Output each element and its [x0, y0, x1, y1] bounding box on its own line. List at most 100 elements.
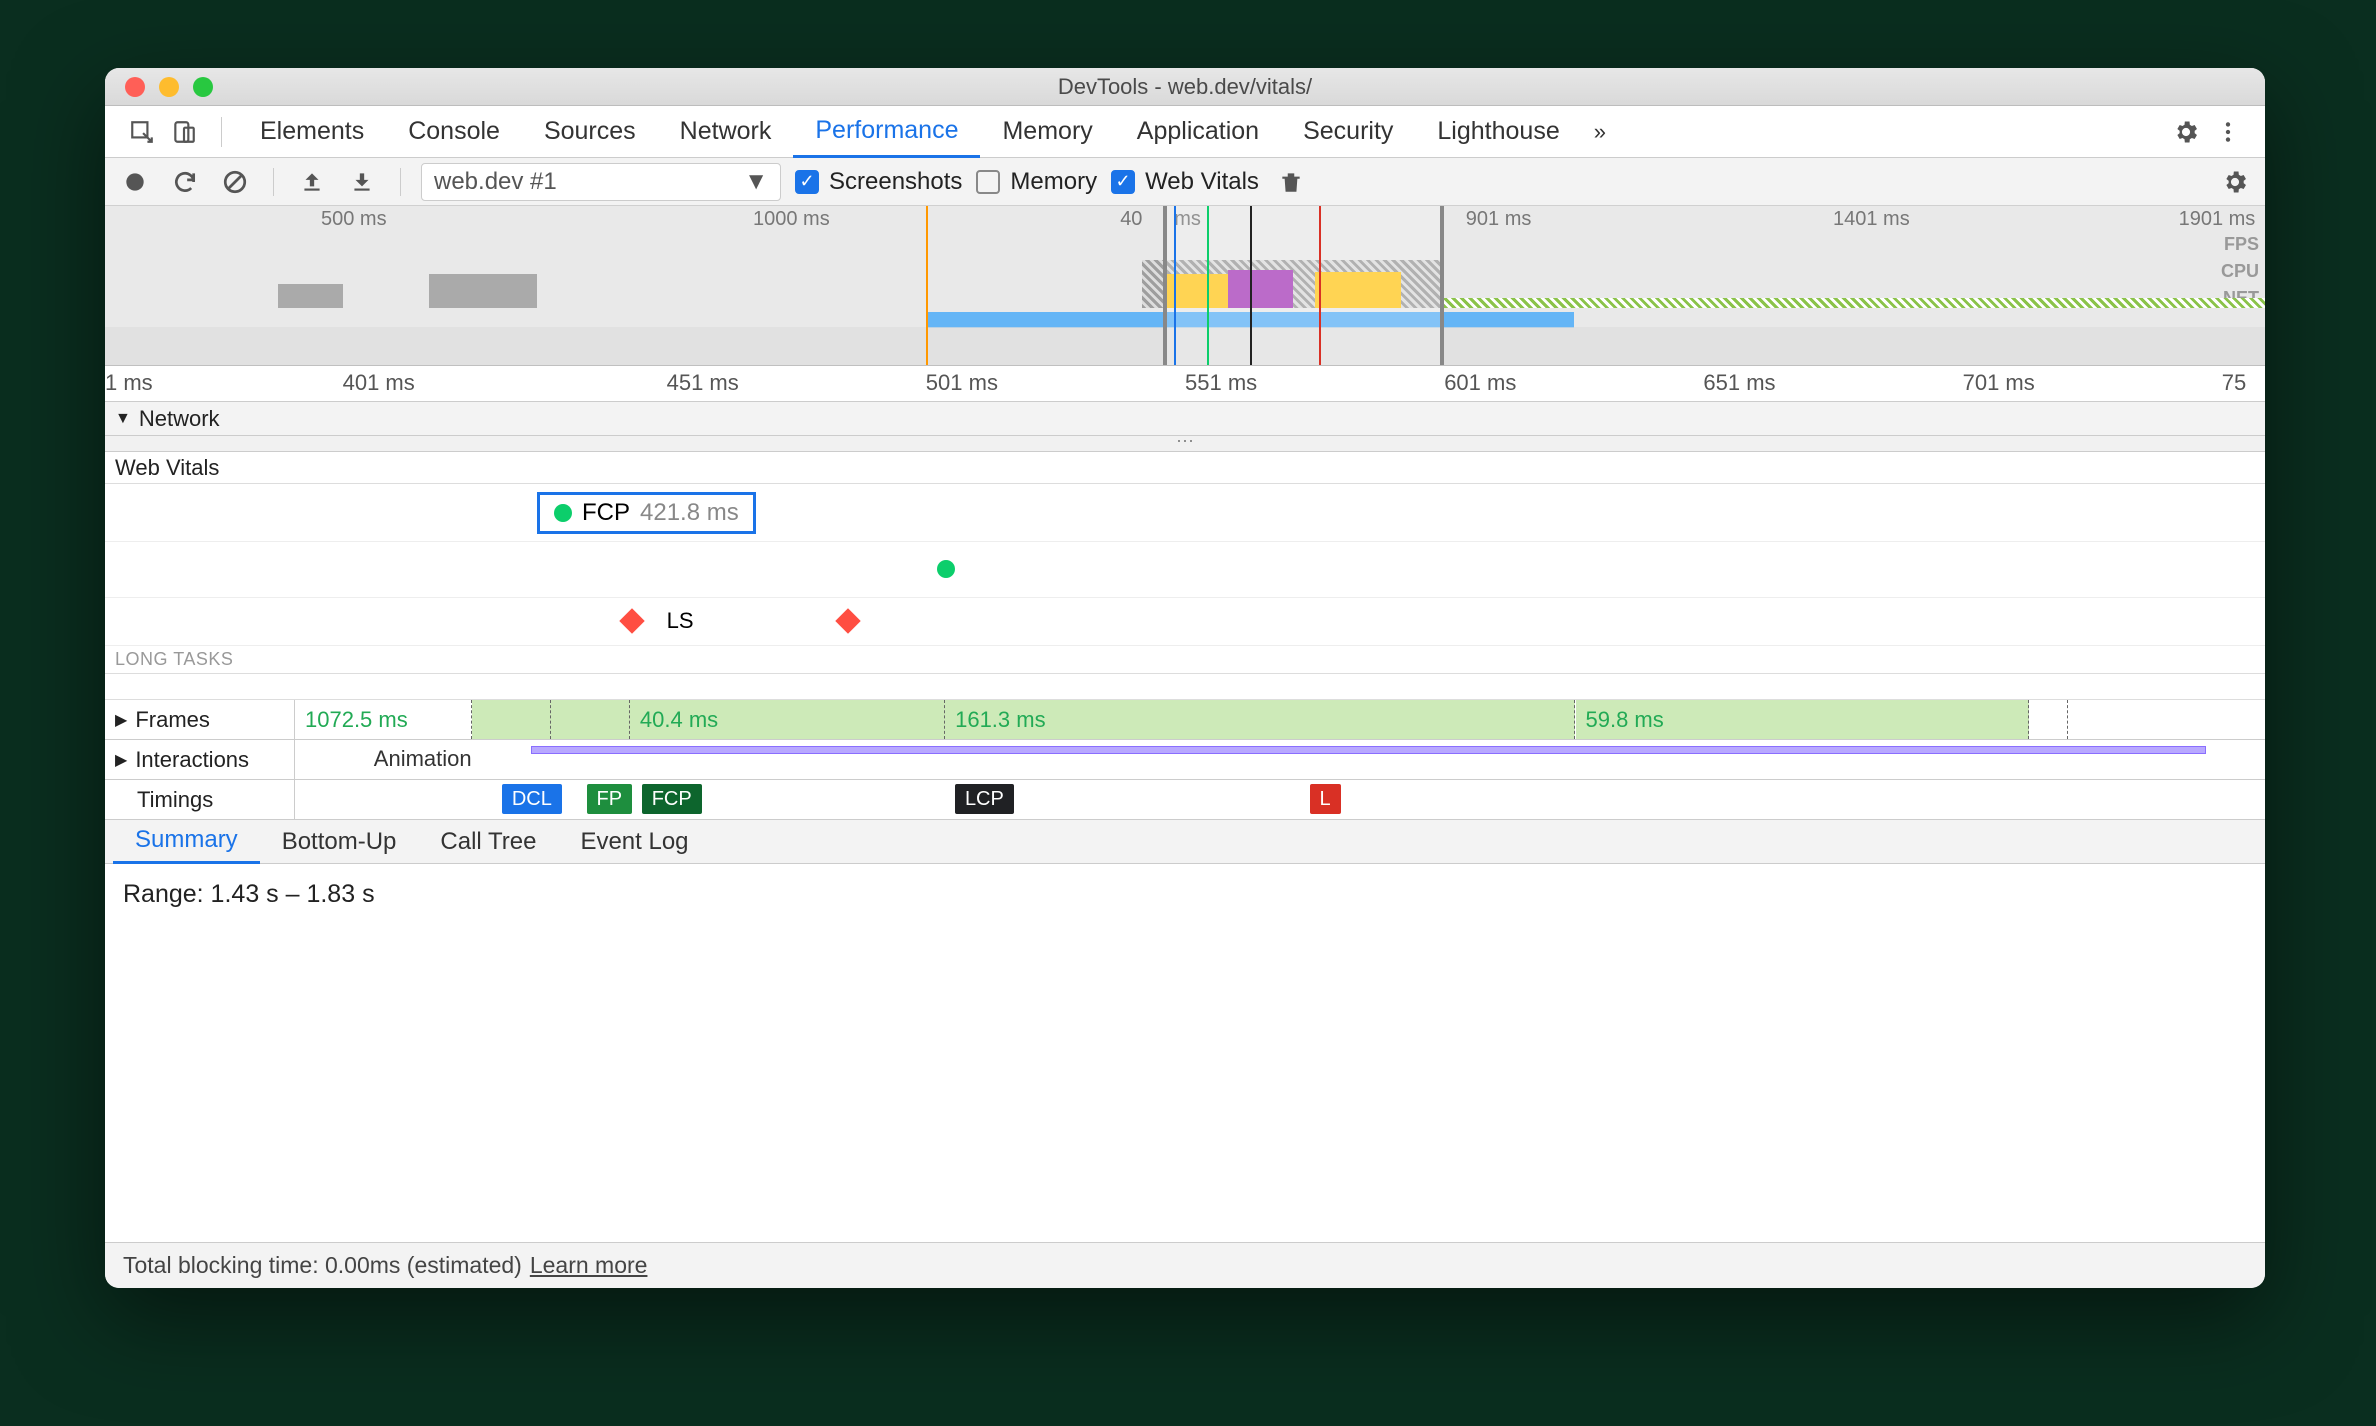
ls-label: LS — [667, 608, 694, 634]
frame-segment[interactable]: 59.8 ms — [1576, 700, 2029, 739]
more-tabs-button[interactable]: » — [1582, 119, 1618, 145]
device-toolbar-icon[interactable] — [163, 111, 205, 153]
overview-tick: 40 — [1120, 208, 1142, 231]
timings-track-body[interactable]: DCL FP FCP LCP L — [295, 780, 2265, 819]
record-button[interactable] — [117, 164, 153, 200]
overview-tick: 901 ms — [1466, 208, 1532, 231]
frame-segment[interactable] — [2029, 700, 2068, 739]
long-tasks-lane[interactable] — [105, 674, 2265, 700]
overview-marker — [1174, 206, 1176, 365]
learn-more-link[interactable]: Learn more — [530, 1252, 648, 1279]
performance-toolbar: web.dev #1 ▼ ✓ Screenshots Memory ✓ Web … — [105, 158, 2265, 206]
profile-selector[interactable]: web.dev #1 ▼ — [421, 163, 781, 201]
timing-badge-lcp[interactable]: LCP — [955, 784, 1014, 814]
tab-network[interactable]: Network — [658, 106, 794, 158]
screenshots-checkbox[interactable]: ✓ Screenshots — [795, 168, 962, 196]
dropdown-chevron-icon: ▼ — [744, 168, 768, 196]
timings-track-header[interactable]: Timings — [105, 780, 295, 819]
resize-handle[interactable]: ⋯ — [105, 436, 2265, 452]
tab-application[interactable]: Application — [1115, 106, 1281, 158]
interactions-track-header[interactable]: ▶ Interactions — [105, 740, 295, 779]
checkbox-on-icon: ✓ — [795, 170, 819, 194]
time-ruler[interactable]: 1 ms401 ms451 ms501 ms551 ms601 ms651 ms… — [105, 366, 2265, 402]
timing-badge-l[interactable]: L — [1310, 784, 1341, 814]
inspect-element-icon[interactable] — [121, 111, 163, 153]
interactions-track: ▶ Interactions Animation — [105, 740, 2265, 780]
tab-lighthouse[interactable]: Lighthouse — [1415, 106, 1581, 158]
overview-marker — [1250, 206, 1252, 365]
tab-sources[interactable]: Sources — [522, 106, 658, 158]
interactions-track-body[interactable]: Animation — [295, 740, 2265, 779]
overview-marker — [926, 206, 928, 365]
overview-selection-handles[interactable] — [1163, 206, 1444, 365]
timing-badge-dcl[interactable]: DCL — [502, 784, 562, 814]
window-title: DevTools - web.dev/vitals/ — [105, 74, 2265, 100]
more-vertical-icon[interactable] — [2207, 111, 2249, 153]
titlebar: DevTools - web.dev/vitals/ — [105, 68, 2265, 106]
tab-console[interactable]: Console — [386, 106, 522, 158]
frame-segment[interactable] — [551, 700, 630, 739]
web-vitals-checkbox[interactable]: ✓ Web Vitals — [1111, 168, 1259, 196]
load-profile-button[interactable] — [294, 164, 330, 200]
frame-segment[interactable]: 40.4 ms — [630, 700, 945, 739]
ruler-tick: 651 ms — [1703, 370, 1775, 396]
ruler-tick: 401 ms — [343, 370, 415, 396]
disclosure-triangle-icon: ▶ — [115, 750, 127, 770]
tab-performance[interactable]: Performance — [793, 106, 980, 158]
save-profile-button[interactable] — [344, 164, 380, 200]
overview-tick: 1901 ms — [2179, 208, 2256, 231]
frame-segment[interactable]: 161.3 ms — [945, 700, 1575, 739]
long-tasks-header: LONG TASKS — [105, 646, 2265, 674]
web-vitals-lane-2[interactable] — [105, 542, 2265, 598]
checkbox-on-icon: ✓ — [1111, 170, 1135, 194]
capture-settings-icon[interactable] — [2217, 164, 2253, 200]
profile-name: web.dev #1 — [434, 168, 557, 196]
details-tab-event-log[interactable]: Event Log — [558, 820, 710, 864]
overview-marker — [1319, 206, 1321, 365]
settings-icon[interactable] — [2165, 111, 2207, 153]
tab-memory[interactable]: Memory — [980, 106, 1114, 158]
timing-badge-fcp[interactable]: FCP — [642, 784, 702, 814]
disclosure-triangle-icon: ▶ — [115, 710, 127, 730]
separator — [221, 117, 222, 147]
timeline-overview[interactable]: 500 ms1000 ms40ms901 ms1401 ms1901 ms FP… — [105, 206, 2265, 366]
ruler-tick: 451 ms — [667, 370, 739, 396]
reload-record-button[interactable] — [167, 164, 203, 200]
web-vitals-lane-fcp[interactable]: FCP 421.8 ms — [105, 484, 2265, 542]
memory-checkbox[interactable]: Memory — [976, 168, 1097, 196]
web-vitals-lane-ls[interactable]: LS — [105, 598, 2265, 646]
layout-shift-marker-icon — [836, 608, 861, 633]
frame-segment[interactable]: 1072.5 ms — [295, 700, 472, 739]
devtools-window: DevTools - web.dev/vitals/ Elements Cons… — [105, 68, 2265, 1288]
good-marker-icon — [554, 504, 572, 522]
good-marker-icon — [937, 560, 955, 578]
details-tab-bottom-up[interactable]: Bottom-Up — [260, 820, 419, 864]
frames-track-body[interactable]: 1072.5 ms 40.4 ms161.3 ms59.8 ms — [295, 700, 2265, 739]
frame-segment[interactable] — [472, 700, 551, 739]
tab-elements[interactable]: Elements — [238, 106, 386, 158]
checkbox-off-icon — [976, 170, 1000, 194]
ruler-tick: 1 ms — [105, 370, 153, 396]
tbt-text: Total blocking time: 0.00ms (estimated) — [123, 1252, 522, 1279]
layout-shift-marker-icon — [620, 608, 645, 633]
ruler-tick: 75 — [2222, 370, 2246, 396]
clear-button[interactable] — [217, 164, 253, 200]
timing-badge-fp[interactable]: FP — [587, 784, 633, 814]
details-tab-summary[interactable]: Summary — [113, 820, 260, 864]
timings-track: Timings DCL FP FCP LCP L — [105, 780, 2265, 820]
ruler-tick: 701 ms — [1963, 370, 2035, 396]
summary-panel: Range: 1.43 s – 1.83 s — [105, 864, 2265, 1242]
frames-track-header[interactable]: ▶ Frames — [105, 700, 295, 739]
tab-security[interactable]: Security — [1281, 106, 1415, 158]
details-tabs: Summary Bottom-Up Call Tree Event Log — [105, 820, 2265, 864]
web-vitals-header: Web Vitals — [105, 452, 2265, 484]
delete-profile-button[interactable] — [1273, 164, 1309, 200]
overview-tick: 1000 ms — [753, 208, 830, 231]
frames-track: ▶ Frames 1072.5 ms 40.4 ms161.3 ms59.8 ms — [105, 700, 2265, 740]
footer-bar: Total blocking time: 0.00ms (estimated) … — [105, 1242, 2265, 1288]
overview-tick: 500 ms — [321, 208, 387, 231]
panel-tabs: Elements Console Sources Network Perform… — [105, 106, 2265, 158]
animation-bar[interactable] — [531, 746, 2206, 754]
overview-tick: 1401 ms — [1833, 208, 1910, 231]
details-tab-call-tree[interactable]: Call Tree — [418, 820, 558, 864]
